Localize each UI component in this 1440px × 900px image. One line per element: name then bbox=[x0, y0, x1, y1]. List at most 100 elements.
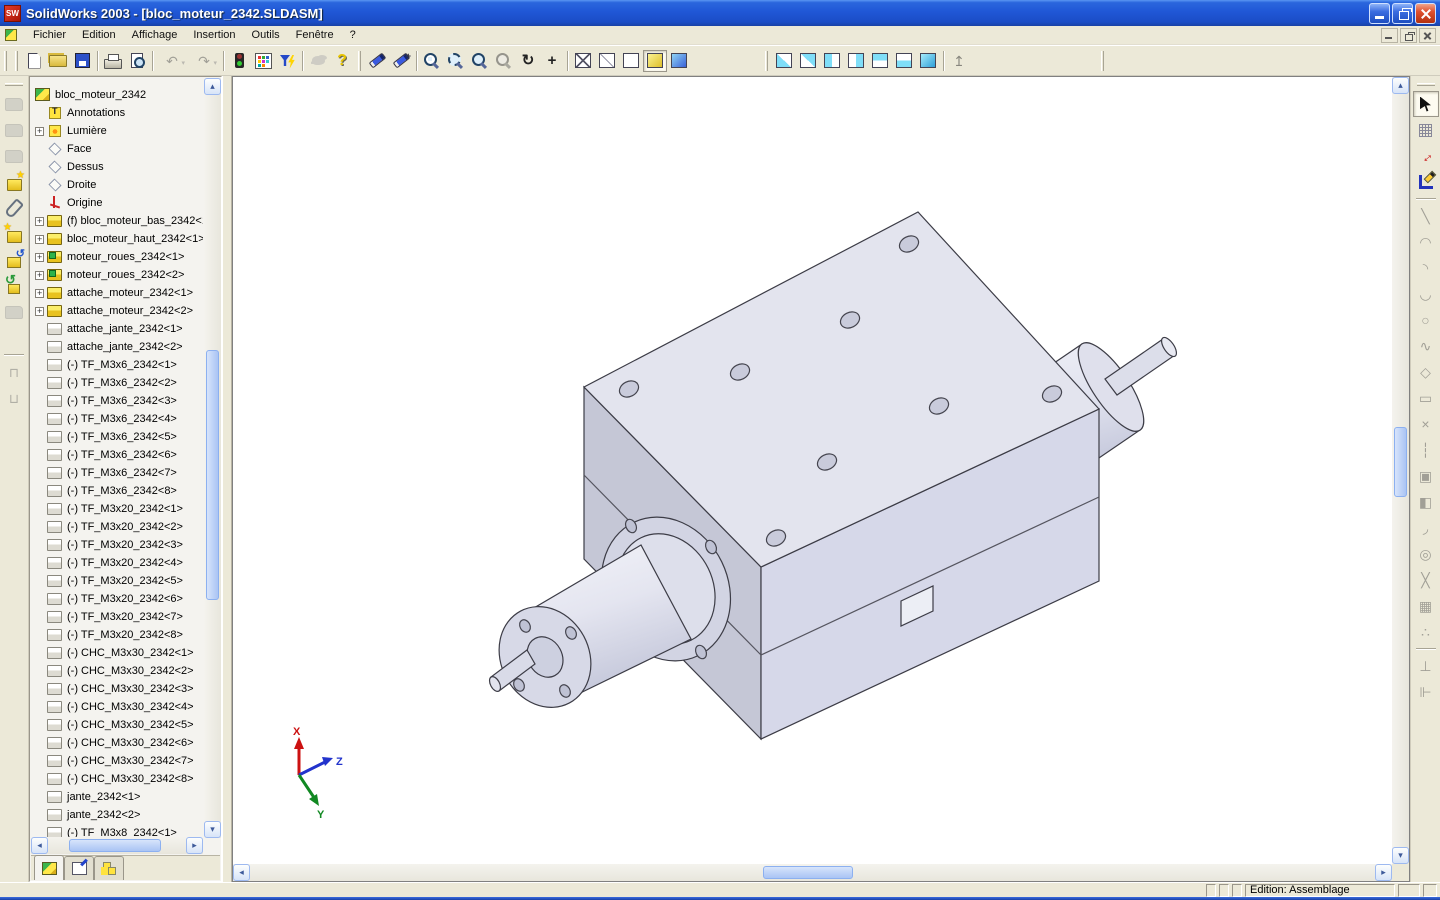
hidden-lines-removed-button[interactable] bbox=[619, 50, 643, 72]
tangent-arc-button[interactable]: ◝ bbox=[1413, 255, 1439, 281]
mdi-restore-button[interactable] bbox=[1400, 28, 1417, 43]
edit-part-button[interactable] bbox=[1, 169, 27, 195]
menu-insertion[interactable]: Insertion bbox=[185, 27, 243, 43]
wireframe-button[interactable] bbox=[571, 50, 595, 72]
rebuild-button[interactable] bbox=[227, 50, 251, 72]
tree-item-dessus[interactable]: Dessus bbox=[31, 158, 203, 176]
tree-item[interactable]: (-) TF_M3x6_2342<5> bbox=[31, 428, 203, 446]
render-button[interactable] bbox=[306, 50, 330, 72]
scrollbar-thumb[interactable] bbox=[1394, 427, 1407, 497]
zoom-fit-button[interactable] bbox=[420, 50, 444, 72]
toolbar-grip[interactable] bbox=[15, 51, 18, 71]
toolbar-grip[interactable] bbox=[765, 51, 768, 71]
mirror-button[interactable]: ◧ bbox=[1413, 489, 1439, 515]
tree-item[interactable]: (-) CHC_M3x30_2342<2> bbox=[31, 662, 203, 680]
dimension-button[interactable]: ↔ bbox=[1413, 143, 1439, 169]
view-isometric-button[interactable] bbox=[916, 50, 940, 72]
shaded-button[interactable] bbox=[643, 50, 667, 72]
expand-icon[interactable] bbox=[35, 253, 44, 262]
tree-horizontal-scrollbar[interactable]: ◂ ▸ bbox=[31, 837, 203, 854]
rectangle-button[interactable]: ▭ bbox=[1413, 385, 1439, 411]
view-bottom-button[interactable] bbox=[892, 50, 916, 72]
tree-item[interactable]: (-) TF_M3x6_2342<6> bbox=[31, 446, 203, 464]
tree-item[interactable]: (-) CHC_M3x30_2342<4> bbox=[31, 698, 203, 716]
tree-item[interactable]: (-) TF_M3x20_2342<3> bbox=[31, 536, 203, 554]
view-front-button[interactable] bbox=[772, 50, 796, 72]
open-document-button[interactable] bbox=[46, 50, 70, 72]
tree-item[interactable]: (-) TF_M3x8_2342<1> bbox=[31, 824, 203, 838]
scroll-down-button[interactable]: ▾ bbox=[204, 821, 221, 838]
expand-icon[interactable] bbox=[35, 307, 44, 316]
mdi-minimize-button[interactable] bbox=[1381, 28, 1398, 43]
insert-new-part-button[interactable] bbox=[1, 221, 27, 247]
menu-fichier[interactable]: Fichier bbox=[25, 27, 74, 43]
toolbar-grip[interactable] bbox=[5, 83, 23, 86]
zoom-out-button[interactable] bbox=[492, 50, 516, 72]
expand-icon[interactable] bbox=[35, 217, 44, 226]
tree-vertical-scrollbar[interactable]: ▴ ▾ bbox=[204, 78, 221, 838]
change-suppression-button[interactable] bbox=[1, 143, 27, 169]
tree-item[interactable]: (-) TF_M3x20_2342<7> bbox=[31, 608, 203, 626]
new-document-button[interactable] bbox=[22, 50, 46, 72]
zoom-in-out-button[interactable] bbox=[468, 50, 492, 72]
three-point-arc-button[interactable]: ◡ bbox=[1413, 281, 1439, 307]
expand-icon[interactable] bbox=[35, 235, 44, 244]
select-button[interactable] bbox=[1413, 91, 1439, 117]
tree-item[interactable]: (-) CHC_M3x30_2342<5> bbox=[31, 716, 203, 734]
tree-item-droite[interactable]: Droite bbox=[31, 176, 203, 194]
view-left-button[interactable] bbox=[820, 50, 844, 72]
restore-button[interactable] bbox=[1392, 3, 1413, 24]
tree-item[interactable]: bloc_moteur_haut_2342<1> bbox=[31, 230, 203, 248]
undo-button[interactable]: ↶ bbox=[156, 50, 188, 72]
expand-icon[interactable] bbox=[35, 127, 44, 136]
offset-button[interactable]: ◎ bbox=[1413, 541, 1439, 567]
pan-button[interactable]: + bbox=[540, 50, 564, 72]
tree-item[interactable]: moteur_roues_2342<2> bbox=[31, 266, 203, 284]
tree-item[interactable]: (-) TF_M3x20_2342<5> bbox=[31, 572, 203, 590]
redo-button[interactable]: ↷ bbox=[188, 50, 220, 72]
view-normal-to-button[interactable]: ↥ bbox=[947, 50, 971, 72]
polygon-button[interactable]: ◇ bbox=[1413, 359, 1439, 385]
view-right-button[interactable] bbox=[844, 50, 868, 72]
add-relation-button[interactable]: ⊥ bbox=[1413, 653, 1439, 679]
point-button[interactable]: × bbox=[1413, 411, 1439, 437]
tree-item[interactable]: (-) TF_M3x6_2342<7> bbox=[31, 464, 203, 482]
tree-item[interactable]: attache_jante_2342<2> bbox=[31, 338, 203, 356]
viewport-horizontal-scrollbar[interactable]: ◂ ▸ bbox=[233, 864, 1392, 881]
circular-pattern-button[interactable]: ∴ bbox=[1413, 619, 1439, 645]
scroll-up-button[interactable]: ▴ bbox=[204, 78, 221, 95]
print-preview-button[interactable] bbox=[125, 50, 149, 72]
menu-affichage[interactable]: Affichage bbox=[124, 27, 186, 43]
scrollbar-thumb[interactable] bbox=[763, 866, 853, 879]
tree-item[interactable]: (-) TF_M3x20_2342<1> bbox=[31, 500, 203, 518]
mdi-close-button[interactable] bbox=[1419, 28, 1436, 43]
toolbar-grip[interactable] bbox=[1417, 83, 1435, 86]
menu-fenetre[interactable]: Fenêtre bbox=[288, 27, 342, 43]
tree-item[interactable]: (-) TF_M3x6_2342<4> bbox=[31, 410, 203, 428]
tree-item-origine[interactable]: Origine bbox=[31, 194, 203, 212]
save-button[interactable] bbox=[70, 50, 94, 72]
tree-item[interactable]: (f) bloc_moteur_bas_2342<1> bbox=[31, 212, 203, 230]
hide-show-component-button[interactable] bbox=[1, 117, 27, 143]
verification-button[interactable] bbox=[365, 50, 389, 72]
scroll-down-button[interactable]: ▾ bbox=[1392, 847, 1409, 864]
menu-edition[interactable]: Edition bbox=[74, 27, 124, 43]
minimize-button[interactable] bbox=[1369, 3, 1390, 24]
tree-item[interactable]: jante_2342<2> bbox=[31, 806, 203, 824]
rotate-view-button[interactable]: ↻ bbox=[516, 50, 540, 72]
tree-item[interactable]: jante_2342<1> bbox=[31, 788, 203, 806]
exploded-view-button[interactable] bbox=[1, 299, 27, 325]
centerpoint-arc-button[interactable]: ◠ bbox=[1413, 229, 1439, 255]
scroll-right-button[interactable]: ▸ bbox=[186, 837, 203, 854]
scrollbar-thumb[interactable] bbox=[69, 839, 161, 852]
close-button[interactable] bbox=[1415, 3, 1436, 24]
scroll-up-button[interactable]: ▴ bbox=[1392, 77, 1409, 94]
grid-button[interactable] bbox=[1413, 117, 1439, 143]
menu-outils[interactable]: Outils bbox=[244, 27, 288, 43]
centerline-button[interactable]: ┆ bbox=[1413, 437, 1439, 463]
tab-property-manager[interactable] bbox=[64, 856, 94, 880]
expand-icon[interactable] bbox=[35, 271, 44, 280]
move-component-button[interactable] bbox=[1, 247, 27, 273]
tree-item[interactable]: attache_moteur_2342<2> bbox=[31, 302, 203, 320]
tree-item[interactable]: (-) TF_M3x20_2342<8> bbox=[31, 626, 203, 644]
